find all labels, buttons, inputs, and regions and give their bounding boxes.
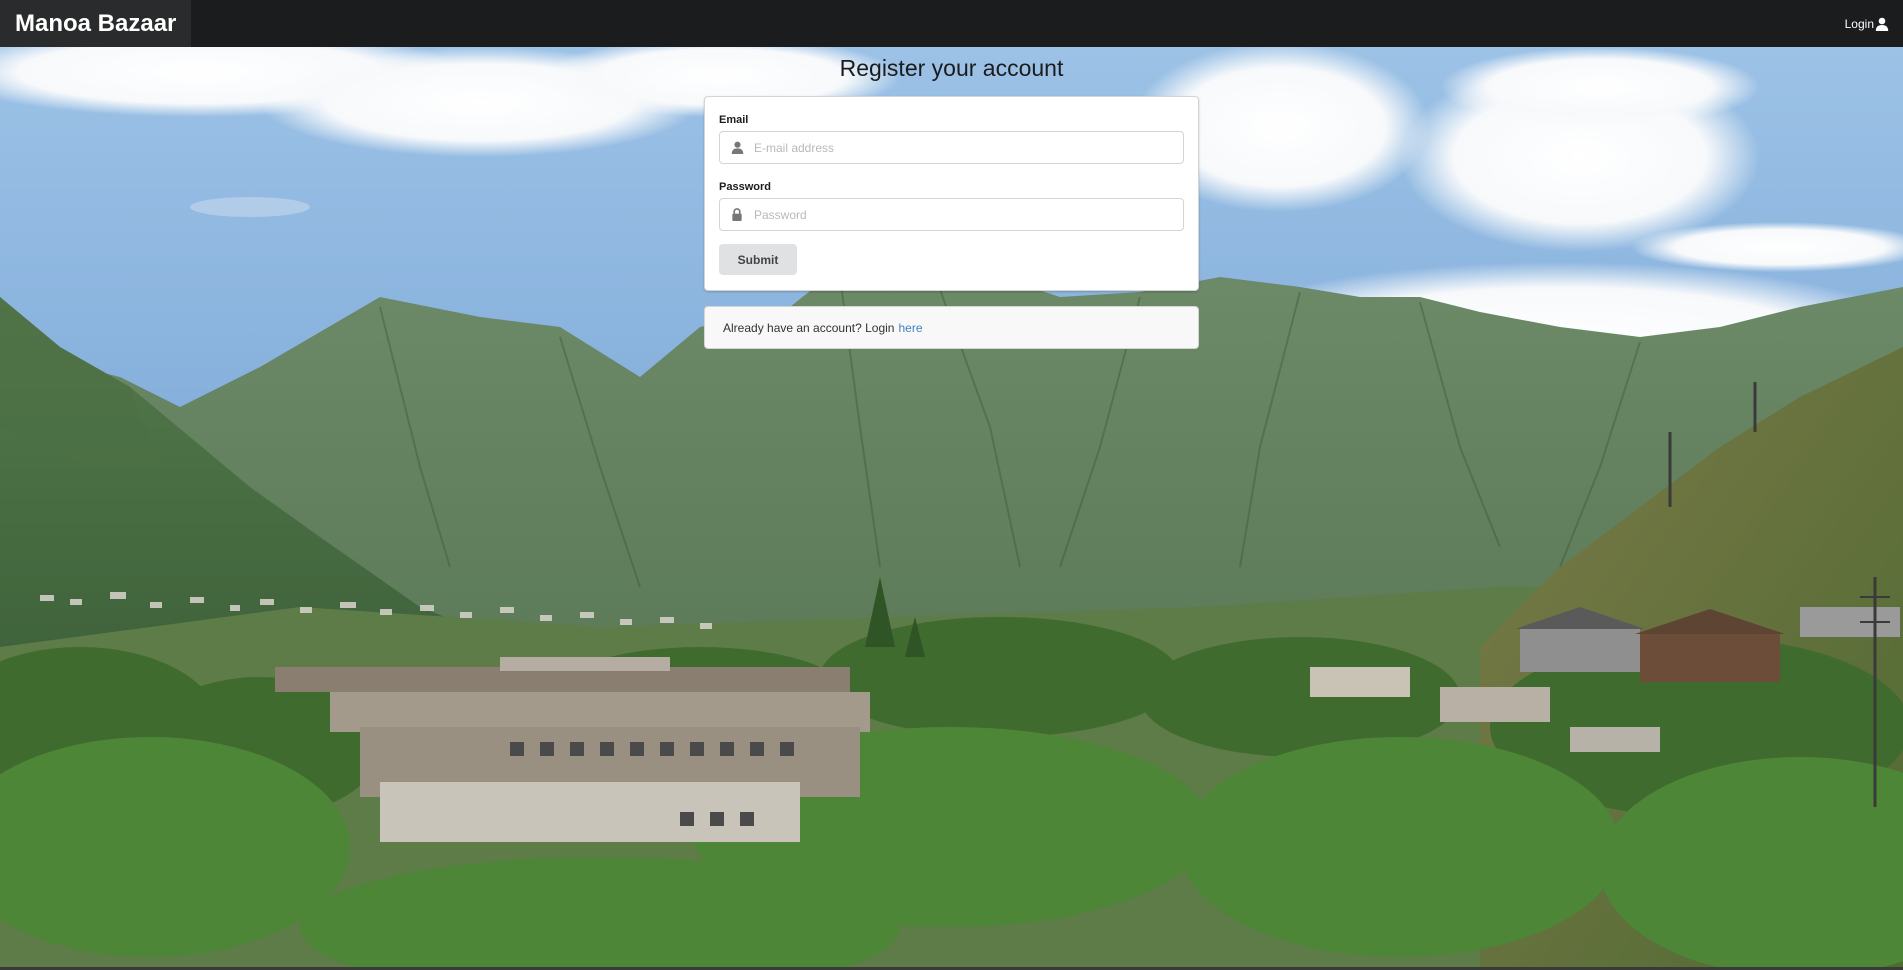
page-title: Register your account — [839, 55, 1064, 81]
login-label: Login — [1844, 16, 1874, 31]
login-menu-item[interactable]: Login — [1845, 17, 1903, 31]
email-field-wrapper — [719, 131, 1184, 164]
login-message: Already have an account? Login here — [704, 306, 1199, 349]
user-icon — [720, 141, 754, 154]
top-navbar: Manoa Bazaar Login — [0, 0, 1903, 47]
password-input[interactable] — [754, 200, 1183, 229]
brand-logo-link[interactable]: Manoa Bazaar — [0, 0, 192, 47]
login-message-text: Already have an account? Login — [723, 320, 895, 335]
submit-button[interactable]: Submit — [719, 244, 797, 275]
register-form: Email Password Submit — [704, 96, 1199, 291]
password-field-wrapper — [719, 198, 1184, 231]
email-input[interactable] — [754, 133, 1183, 162]
user-icon — [1875, 17, 1889, 31]
lock-icon — [720, 208, 754, 221]
email-label: Email — [719, 114, 749, 126]
password-label: Password — [719, 181, 771, 193]
login-here-link[interactable]: here — [898, 321, 922, 335]
